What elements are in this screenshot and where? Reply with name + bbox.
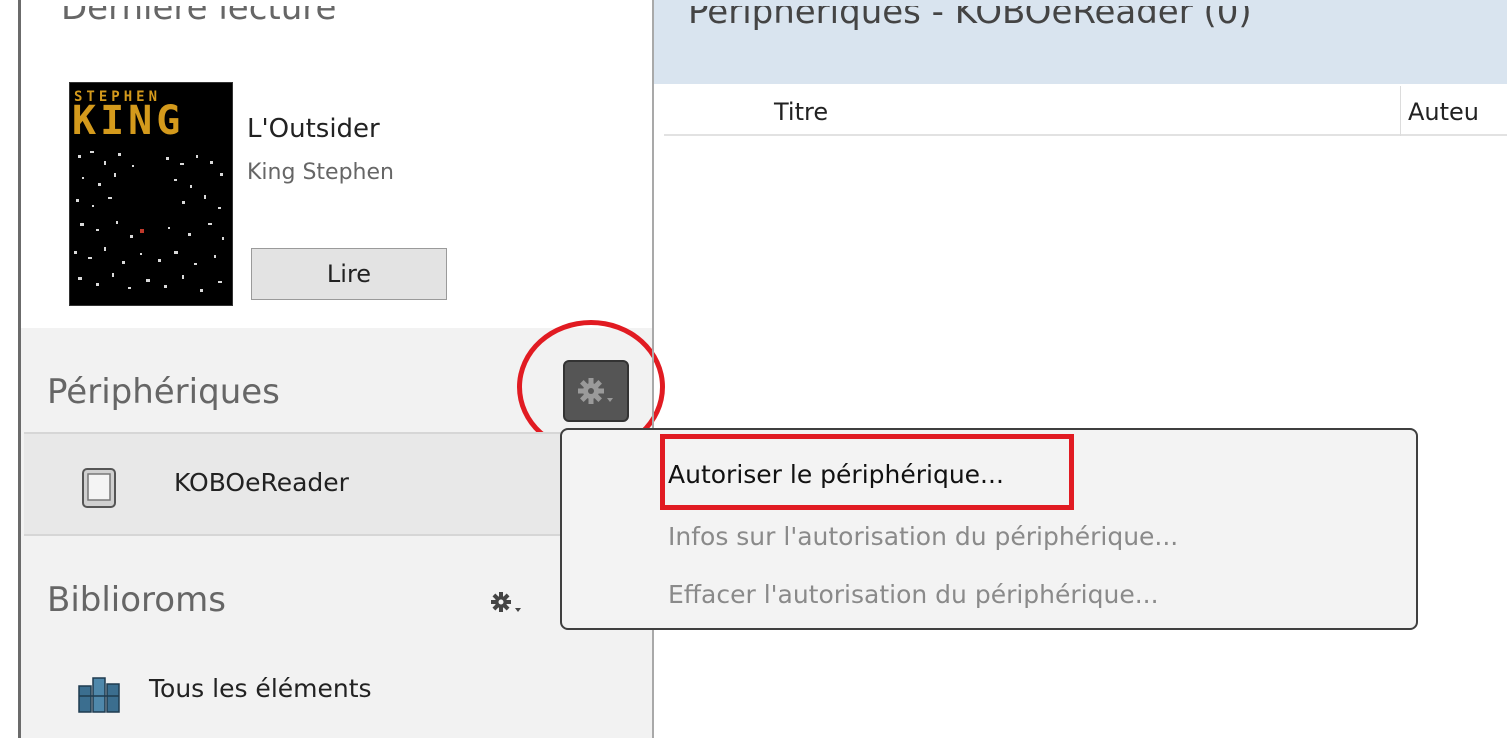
book-title: L'Outsider <box>247 114 380 144</box>
last-read-title: Dernière lecture <box>61 6 337 26</box>
devices-section: Périphériques KOBOeReader <box>21 320 665 536</box>
last-read-panel: Dernière lecture STEPHEN KING L'Outsider… <box>21 0 653 328</box>
gear-icon[interactable] <box>485 584 527 620</box>
annotation-highlight-box <box>660 434 1074 510</box>
cover-artwork <box>70 143 232 305</box>
book-cover[interactable]: STEPHEN KING <box>69 82 233 306</box>
libraries-section: Biblioroms Tous les éléments <box>21 536 653 738</box>
books-icon <box>78 677 120 713</box>
cover-title-text: KING <box>72 98 185 144</box>
book-author: King Stephen <box>247 160 394 185</box>
read-button[interactable]: Lire <box>251 248 447 300</box>
devices-header: Périphériques <box>47 372 280 412</box>
sidebar-item-all-items[interactable]: Tous les éléments <box>149 674 372 703</box>
device-context-menu: Autoriser le périphérique... Infos sur l… <box>560 428 1418 630</box>
menu-item-authorization-info: Infos sur l'autorisation du périphérique… <box>668 522 1179 551</box>
column-header-author[interactable]: Auteu <box>1408 98 1479 126</box>
sidebar-item-koboereader[interactable]: KOBOeReader <box>24 432 651 536</box>
device-label: KOBOeReader <box>174 468 349 497</box>
page-title: Périphériques - KOBOeReader (0) <box>688 6 1252 32</box>
column-separator[interactable] <box>1400 86 1401 136</box>
table-header: Titre Auteu <box>664 86 1507 136</box>
column-header-title[interactable]: Titre <box>774 98 828 126</box>
libraries-header: Biblioroms <box>47 580 226 620</box>
menu-item-clear-authorization: Effacer l'autorisation du périphérique..… <box>668 580 1159 609</box>
sidebar: Dernière lecture STEPHEN KING L'Outsider… <box>21 0 665 738</box>
ereader-icon <box>82 468 116 508</box>
main-header: Périphériques - KOBOeReader (0) <box>654 0 1507 84</box>
